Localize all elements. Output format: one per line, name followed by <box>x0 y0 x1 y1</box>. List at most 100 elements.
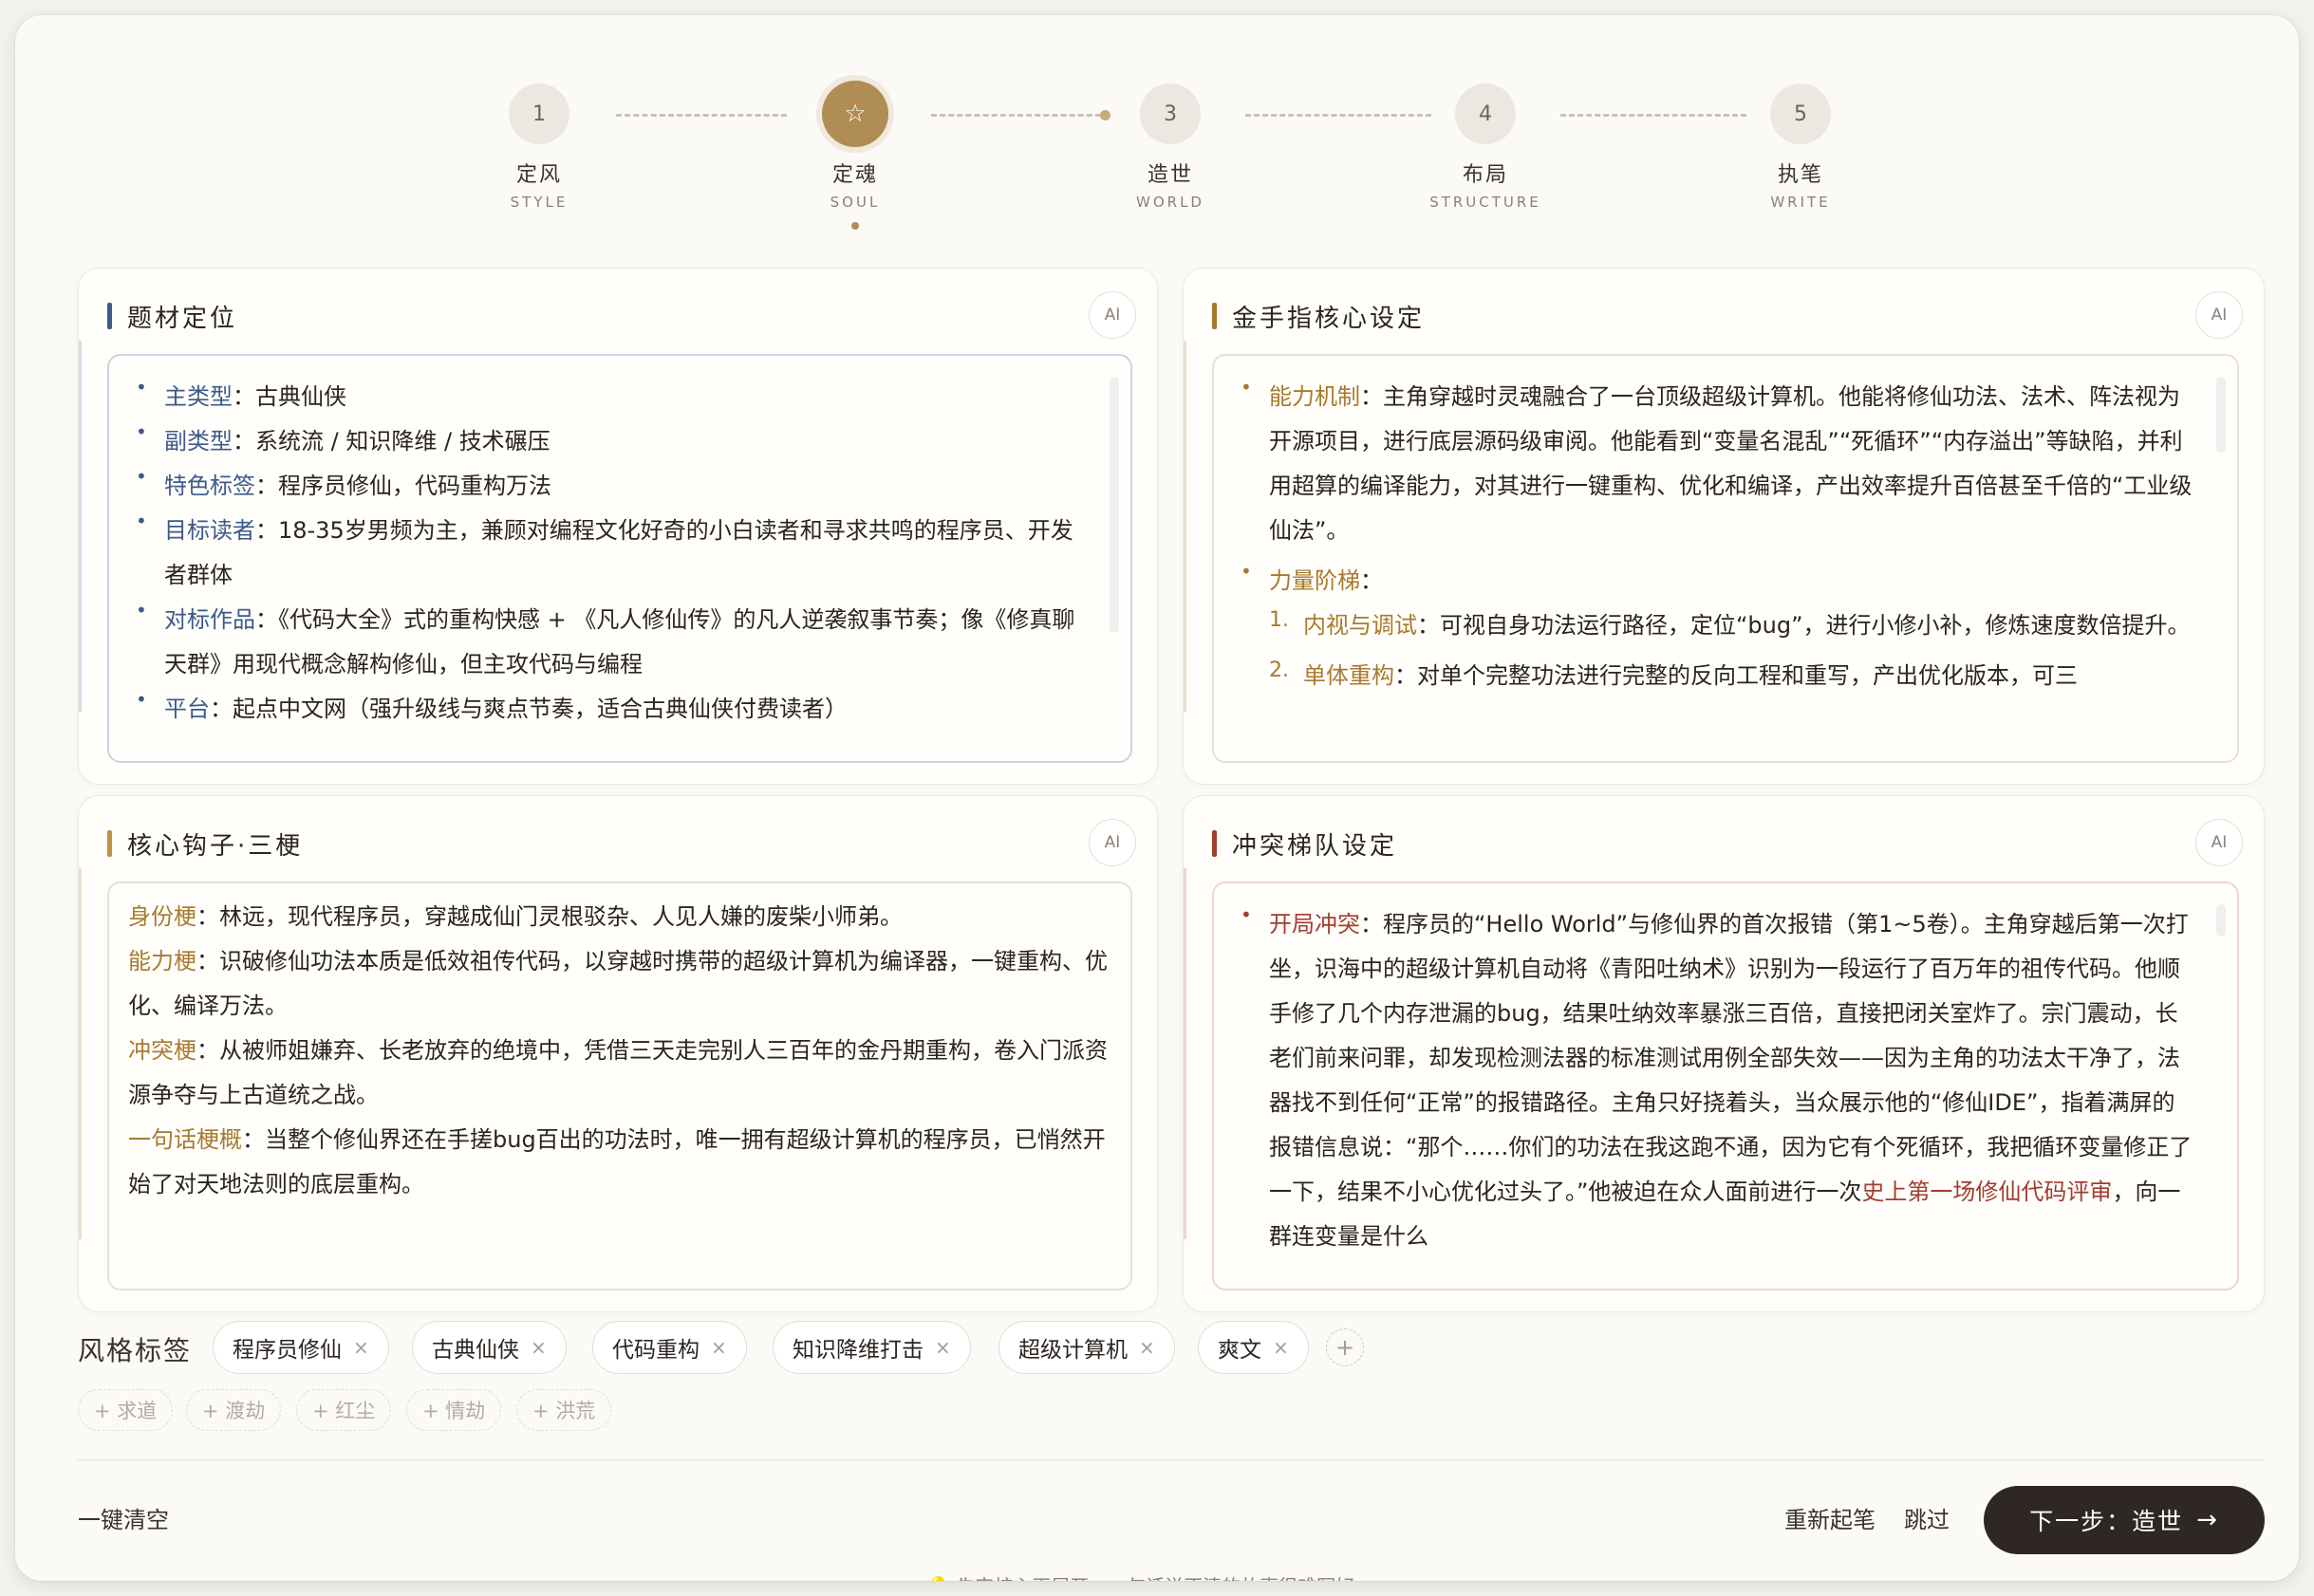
step-number: 4 <box>1455 84 1516 144</box>
card-header: 题材定位 <box>107 297 1129 335</box>
step-label: 执笔 <box>1777 163 1823 187</box>
card-header: 冲突梯队设定 <box>1212 825 2235 863</box>
card-title: 核心钩子·三梗 <box>127 831 304 861</box>
list-item: • 平台：起点中文网（强升级线与爽点节奏，适合古典仙侠付费读者） <box>130 687 1089 732</box>
step-number: 1 <box>509 84 569 144</box>
card-accent-line <box>79 341 82 712</box>
clear-all-button[interactable]: 一键清空 <box>78 1501 169 1534</box>
scrollbar[interactable] <box>1110 377 1119 633</box>
list-item: • 开局冲突：程序员的“Hello World”与修仙界的首次报错（第1~5卷）。… <box>1235 902 2195 1259</box>
close-icon[interactable]: × <box>1273 1336 1289 1359</box>
list-item: • 对标作品：《代码大全》式的重构快感 + 《凡人修仙传》的凡人逆袭叙事节奏；像《… <box>130 598 1089 687</box>
divider <box>78 1459 2265 1460</box>
scrollbar[interactable] <box>2216 377 2226 453</box>
step-label: 布局 <box>1462 163 1508 187</box>
card-title: 冲突梯队设定 <box>1232 831 1398 861</box>
card-title: 题材定位 <box>127 304 238 333</box>
genre-card: 题材定位 AI • 主类型：古典仙侠 • 副类型：系统流 / 知识降维 / 技术碾压… <box>78 268 1158 785</box>
step-number: 5 <box>1770 84 1831 144</box>
step-write[interactable]: 5 执笔 WRITE <box>1706 84 1895 211</box>
tag-chip[interactable]: 爽文 × <box>1198 1321 1309 1374</box>
ai-generate-button[interactable]: AI <box>2195 291 2243 339</box>
hook-item: 一句话梗概：当整个修仙界还在手搓bug百出的功法时，唯一拥有超级计算机的程序员，… <box>128 1126 1106 1197</box>
card-title: 金手指核心设定 <box>1232 304 1426 333</box>
close-icon[interactable]: × <box>353 1336 369 1359</box>
tag-chip[interactable]: 程序员修仙 × <box>213 1321 389 1374</box>
ladder-item: 1. 内视与调试：可视自身功法运行路径，定位“bug”，进行小修小补，修炼速度数倍… <box>1269 608 2191 639</box>
card-header: 金手指核心设定 <box>1212 297 2235 335</box>
hooks-card: 核心钩子·三梗 AI 身份梗：林远，现代程序员，穿越成仙门灵根驳杂、人见人嫌的废… <box>78 795 1158 1312</box>
step-sublabel: WORLD <box>1136 194 1204 211</box>
close-icon[interactable]: × <box>711 1336 727 1359</box>
list-item: • 能力机制：主角穿越时灵魂融合了一台顶级超级计算机。他能将修仙功法、法术、阵法视… <box>1235 375 2195 553</box>
hooks-content[interactable]: 身份梗：林远，现代程序员，穿越成仙门灵根驳杂、人见人嫌的废柴小师弟。 能力梗：识… <box>107 882 1132 1290</box>
list-item: • 副类型：系统流 / 知识降维 / 技术碾压 <box>130 419 1089 464</box>
list-item: • 特色标签：程序员修仙，代码重构万法 <box>130 464 1089 509</box>
step-label: 定魂 <box>831 163 878 187</box>
ai-generate-button[interactable]: AI <box>1089 819 1136 866</box>
step-label: 定风 <box>515 163 562 187</box>
conflict-card: 冲突梯队设定 AI • 开局冲突：程序员的“Hello World”与修仙界的首次… <box>1183 795 2265 1312</box>
restart-button[interactable]: 重新起笔 <box>1784 1501 1875 1534</box>
card-title-bar <box>107 303 112 329</box>
step-world[interactable]: 3 造世 WORLD <box>1075 84 1265 211</box>
bullet-icon: • <box>1241 903 1252 926</box>
list-item: • 目标读者：18-35岁男频为主，兼顾对编程文化好奇的小白读者和寻求共鸣的程序员… <box>130 509 1089 598</box>
arrow-right-icon: → <box>2196 1506 2219 1534</box>
add-tag-button[interactable]: + <box>1326 1328 1364 1366</box>
step-structure[interactable]: 4 布局 STRUCTURE <box>1390 84 1580 211</box>
suggested-tag[interactable]: + 求道 <box>78 1389 174 1431</box>
list-item: • 力量阶梯： <box>1235 559 2195 603</box>
card-accent-line <box>1184 341 1186 712</box>
bullet-icon: • <box>136 465 147 488</box>
next-step-button[interactable]: 下一步：造世 → <box>1984 1486 2265 1554</box>
star-icon: ☆ <box>822 81 888 147</box>
hint-text: 💡 先定核心再展开，一句话说不清的故事很难写好 <box>926 1571 1354 1581</box>
app-window: 1 定风 STYLE ☆ 定魂 SOUL 3 造世 WORLD 4 布局 STR… <box>15 15 2299 1581</box>
step-label: 造世 <box>1147 163 1193 187</box>
hook-item: 冲突梗：从被师姐嫌弃、长老放弃的绝境中，凭借三天走完别人三百年的金丹期重构，卷入… <box>128 1037 1108 1108</box>
ai-generate-button[interactable]: AI <box>2195 819 2243 866</box>
genre-content[interactable]: • 主类型：古典仙侠 • 副类型：系统流 / 知识降维 / 技术碾压 • 特色标签：程… <box>107 354 1132 763</box>
suggested-tag[interactable]: + 洪荒 <box>516 1389 612 1431</box>
card-title-bar <box>1212 830 1217 857</box>
step-style[interactable]: 1 定风 STYLE <box>444 84 634 211</box>
close-icon[interactable]: × <box>935 1336 951 1359</box>
step-number: 3 <box>1140 84 1201 144</box>
suggested-tag[interactable]: + 情劫 <box>406 1389 502 1431</box>
hook-item: 身份梗：林远，现代程序员，穿越成仙门灵根驳杂、人见人嫌的废柴小师弟。 <box>128 903 903 930</box>
card-title-bar <box>107 830 112 857</box>
tag-chip[interactable]: 超级计算机 × <box>998 1321 1175 1374</box>
tags-label: 风格标签 <box>78 1335 193 1366</box>
step-soul[interactable]: ☆ 定魂 SOUL <box>760 81 950 230</box>
list-item: • 主类型：古典仙侠 <box>130 375 1089 419</box>
bullet-icon: • <box>136 420 147 443</box>
card-header: 核心钩子·三梗 <box>107 825 1129 863</box>
bullet-icon: • <box>1241 560 1252 583</box>
cheat-card: 金手指核心设定 AI • 能力机制：主角穿越时灵魂融合了一台顶级超级计算机。他能将… <box>1183 268 2265 785</box>
bullet-icon: • <box>136 510 147 532</box>
step-sublabel: WRITE <box>1770 194 1831 211</box>
suggested-tag[interactable]: + 红尘 <box>296 1389 392 1431</box>
suggested-tag[interactable]: + 渡劫 <box>186 1389 282 1431</box>
tag-chip[interactable]: 古典仙侠 × <box>412 1321 567 1374</box>
ladder-item: 2. 单体重构：对单个完整功法进行完整的反向工程和重写，产出优化版本，可三 <box>1269 659 2078 689</box>
progress-stepper: 1 定风 STYLE ☆ 定魂 SOUL 3 造世 WORLD 4 布局 STR… <box>15 68 2299 249</box>
tag-chip[interactable]: 代码重构 × <box>592 1321 747 1374</box>
step-sublabel: SOUL <box>830 194 881 211</box>
scrollbar[interactable] <box>2216 904 2226 937</box>
conflict-content[interactable]: • 开局冲突：程序员的“Hello World”与修仙界的首次报错（第1~5卷）。… <box>1212 882 2239 1290</box>
card-accent-line <box>79 868 82 1239</box>
card-accent-line <box>1184 868 1186 1239</box>
tag-chip[interactable]: 知识降维打击 × <box>773 1321 971 1374</box>
close-icon[interactable]: × <box>531 1336 547 1359</box>
close-icon[interactable]: × <box>1139 1336 1155 1359</box>
step-sublabel: STYLE <box>510 194 569 211</box>
cheat-content[interactable]: • 能力机制：主角穿越时灵魂融合了一台顶级超级计算机。他能将修仙功法、法术、阵法视… <box>1212 354 2239 763</box>
highlight-text: 史上第一场修仙代码评审 <box>1861 1178 2113 1205</box>
bullet-icon: • <box>136 376 147 399</box>
bullet-icon: • <box>136 688 147 711</box>
skip-button[interactable]: 跳过 <box>1904 1501 1950 1534</box>
ai-generate-button[interactable]: AI <box>1089 291 1136 339</box>
active-step-indicator <box>851 222 859 230</box>
